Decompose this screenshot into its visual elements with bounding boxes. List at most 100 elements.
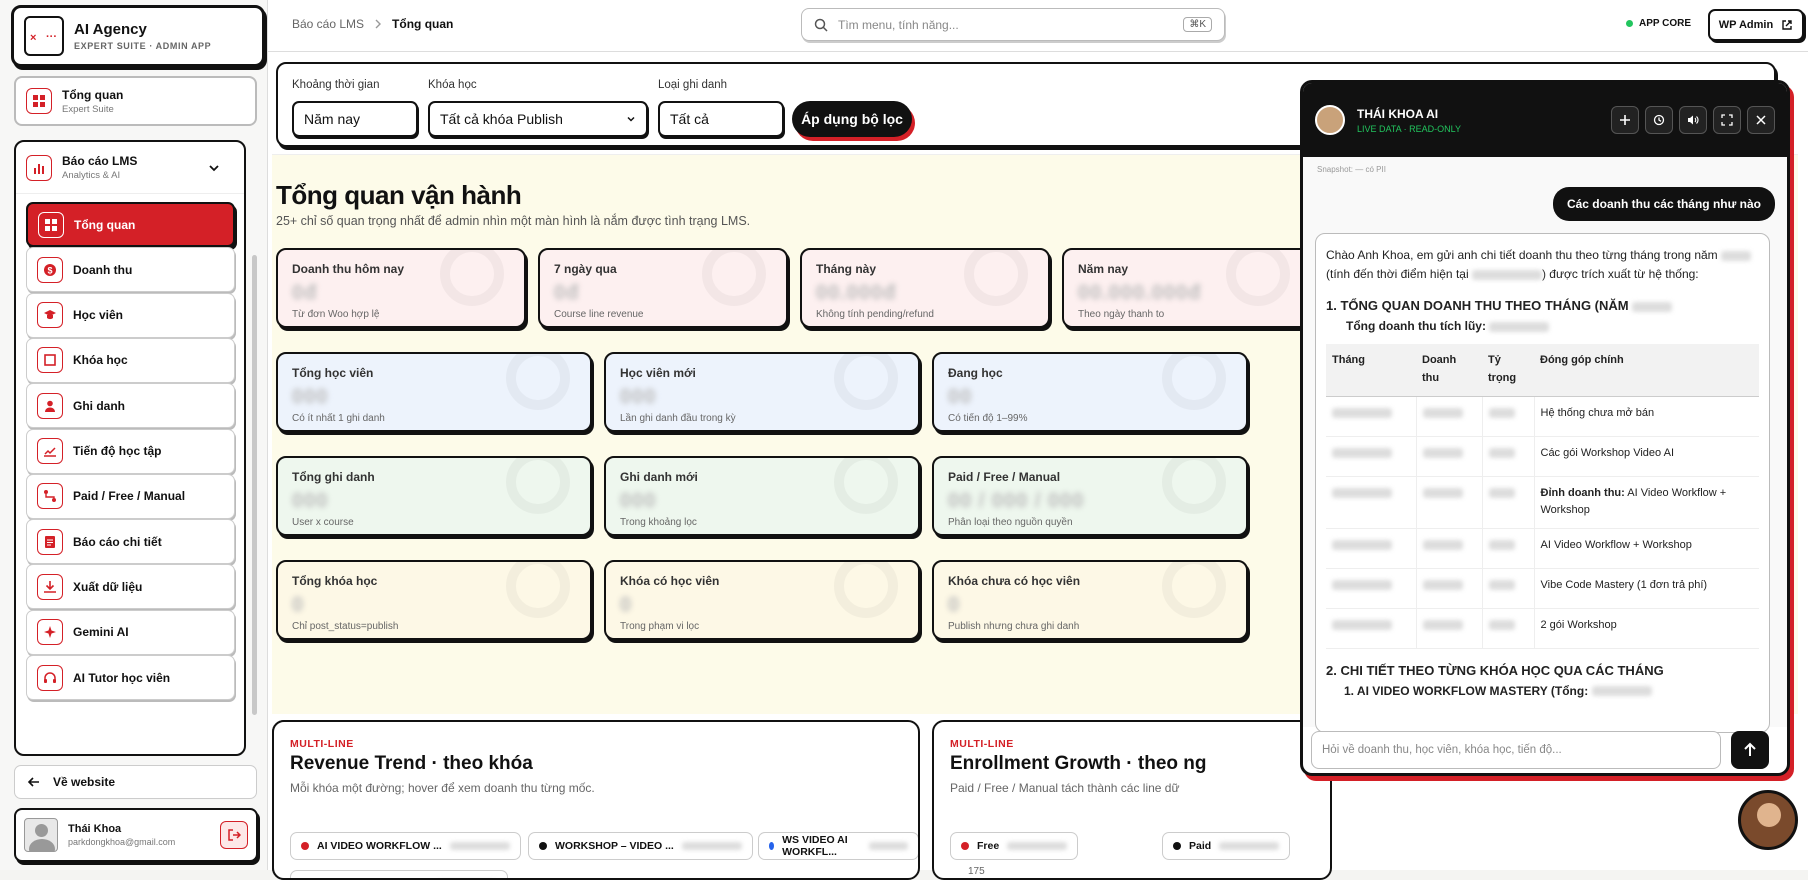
kpi-card: Đang học 00 Có tiến độ 1–99% (932, 352, 1248, 432)
kpi-value: 0 (948, 594, 961, 616)
history-button[interactable] (1645, 106, 1673, 134)
fullscreen-button[interactable] (1713, 106, 1741, 134)
table-body: Hệ thống chưa mở bán Các gói Workshop Vid… (1326, 396, 1759, 649)
share-cell (1482, 396, 1535, 437)
kpi-sub: Có ít nhất 1 ghi danh (292, 413, 385, 424)
sidebar-item-4[interactable]: Khóa học (26, 337, 235, 383)
logout-icon (228, 829, 241, 841)
bot-status: LIVE DATA · READ-ONLY (1357, 123, 1462, 134)
sidebar-item-11[interactable]: AI Tutor học viên (26, 655, 235, 700)
contribution-cell: Hệ thống chưa mở bán (1534, 396, 1759, 437)
revenue-cell (1416, 528, 1483, 569)
enroll-type-select[interactable]: Tất cả (658, 101, 784, 137)
kpi-sub: Course line revenue (554, 309, 644, 320)
sidebar-item-3[interactable]: Học viên (26, 292, 235, 338)
course-label: Khóa học (428, 79, 477, 91)
table-header-cell: Doanh thu (1416, 344, 1482, 397)
table-header-cell: Đóng góp chính (1534, 344, 1759, 397)
legend-dot-icon (769, 842, 775, 850)
close-chat-button[interactable] (1747, 106, 1775, 134)
kpi-value: 000 (620, 386, 657, 408)
course-select[interactable]: Tất cả khóa Publish (428, 101, 648, 137)
back-to-website-link[interactable]: Về website (14, 765, 257, 799)
section-1-heading: 1. TỔNG QUAN DOANH THU THEO THÁNG (NĂM (1326, 296, 1759, 317)
brand-header[interactable]: × ··· AI Agency EXPERT SUITE · ADMIN APP (11, 5, 265, 67)
search-input[interactable]: Tìm menu, tính năng... ⌘K (801, 8, 1225, 41)
sidebar-item-10[interactable]: Gemini AI (26, 609, 235, 655)
kpi-card: Doanh thu hôm nay 0đ Từ đơn Woo hợp lệ (276, 248, 526, 328)
kpi-value: 0đ (554, 282, 580, 304)
bar-chart-icon (26, 154, 52, 181)
revenue-cell (1416, 476, 1483, 529)
sidebar-item-5[interactable]: Ghi danh (26, 383, 235, 429)
note-text: AI Video Workflow + Workshop (1540, 538, 1692, 551)
sidebar-item-9[interactable]: Xuất dữ liệu (26, 564, 235, 610)
kpi-value: 00 (948, 386, 973, 408)
wp-admin-button[interactable]: WP Admin (1708, 9, 1804, 41)
revenue-table: Tháng Doanh thu Tỷ trọng Đóng góp chính Hệ … (1326, 344, 1759, 649)
legend-item[interactable]: Paid (1162, 832, 1291, 860)
time-range-select[interactable]: Năm nay (292, 101, 418, 137)
chart-tag: MULTI-LINE (950, 738, 1014, 750)
plus-icon (1620, 115, 1630, 125)
sidebar-item-2[interactable]: $ Doanh thu (26, 247, 235, 293)
kpi-card: Ghi danh mới 000 Trong khoảng lọc (604, 456, 920, 536)
y-axis-tick: 175 (968, 866, 985, 877)
apply-filter-button[interactable]: Áp dụng bộ lọc (792, 101, 912, 137)
chat-messages[interactable]: Snapshot: — có PII Các doanh thu các thá… (1303, 157, 1787, 733)
kpi-value: 00.000đ (816, 282, 897, 304)
chat-assistant-avatar-button[interactable] (1738, 790, 1798, 850)
website-link-label: Về website (53, 775, 116, 789)
kpi-value: 000 (620, 490, 657, 512)
table-header-cell: Tỷ trọng (1482, 344, 1534, 397)
time-range-value: Năm nay (304, 111, 361, 127)
sidebar-scrollbar[interactable] (252, 255, 257, 715)
kpi-value: 00 / 000 / 000 (948, 490, 1085, 512)
sidebar-item-1[interactable]: Tổng quan (26, 202, 235, 247)
legend-item[interactable]: VIBE CODE MASTERY (290, 870, 508, 878)
overview-title: Tổng quan (62, 87, 124, 102)
history-icon (1653, 114, 1665, 126)
app-core-status: APP CORE (1626, 18, 1691, 29)
expert-suite-overview-link[interactable]: Tổng quan Expert Suite (14, 76, 257, 126)
chat-input[interactable]: Hỏi về doanh thu, học viên, khóa học, ti… (1311, 731, 1721, 769)
kpi-value: 0 (292, 594, 305, 616)
section-1-title: 1. TỔNG QUAN DOANH THU THEO THÁNG (NĂM (1326, 298, 1629, 314)
note-text: Hệ thống chưa mở bán (1540, 406, 1655, 419)
ai-chat-panel: THÁI KHOA AI LIVE DATA · READ-ONLY Snaps… (1300, 80, 1790, 776)
grid-icon (26, 88, 52, 114)
time-range-label: Khoảng thời gian (292, 79, 380, 91)
legend-dot-icon (961, 842, 969, 850)
course-value: Tất cả khóa Publish (440, 111, 563, 127)
headset-icon (37, 664, 63, 691)
sidebar-item-label: Học viên (73, 308, 124, 323)
logout-button[interactable] (220, 821, 248, 849)
legend-item[interactable]: WS VIDEO AI WORKFL... (758, 832, 918, 860)
overview-subtitle: Expert Suite (62, 103, 114, 115)
share-cell (1482, 568, 1535, 609)
legend-dot-icon (301, 842, 309, 850)
sound-button[interactable] (1679, 106, 1707, 134)
lms-nav-group: Báo cáo LMS Analytics & AI Tổng quan $ Doa… (14, 140, 246, 756)
sidebar-item-label: Báo cáo chi tiết (73, 534, 162, 549)
chat-input-placeholder: Hỏi về doanh thu, học viên, khóa học, ti… (1322, 744, 1562, 756)
kpi-sub: Theo ngày thanh to (1078, 309, 1165, 320)
sidebar-item-7[interactable]: Paid / Free / Manual (26, 473, 235, 519)
section-2-sub: 1. AI VIDEO WORKFLOW MASTERY (Tổng: (1344, 682, 1759, 701)
legend-item[interactable]: AI VIDEO WORKFLOW ... (290, 832, 521, 860)
lms-group-header[interactable]: Báo cáo LMS Analytics & AI (16, 142, 244, 194)
sidebar-item-6[interactable]: Tiến độ học tập (26, 428, 235, 474)
breadcrumb-parent[interactable]: Báo cáo LMS (292, 17, 364, 31)
kpi-sub: Trong khoảng lọc (620, 517, 697, 528)
legend-item[interactable]: WORKSHOP – VIDEO ... (528, 832, 753, 860)
close-icon (1756, 115, 1766, 125)
revenue-cell (1416, 608, 1483, 649)
month-cell (1326, 396, 1417, 437)
month-cell (1326, 476, 1417, 529)
table-row: AI Video Workflow + Workshop (1326, 528, 1759, 569)
send-button[interactable] (1731, 731, 1769, 769)
sidebar-item-8[interactable]: Báo cáo chi tiết (26, 519, 235, 565)
new-chat-button[interactable] (1611, 106, 1639, 134)
total-revenue-line: Tổng doanh thu tích lũy: (1346, 317, 1759, 336)
legend-item[interactable]: Free (950, 832, 1079, 860)
